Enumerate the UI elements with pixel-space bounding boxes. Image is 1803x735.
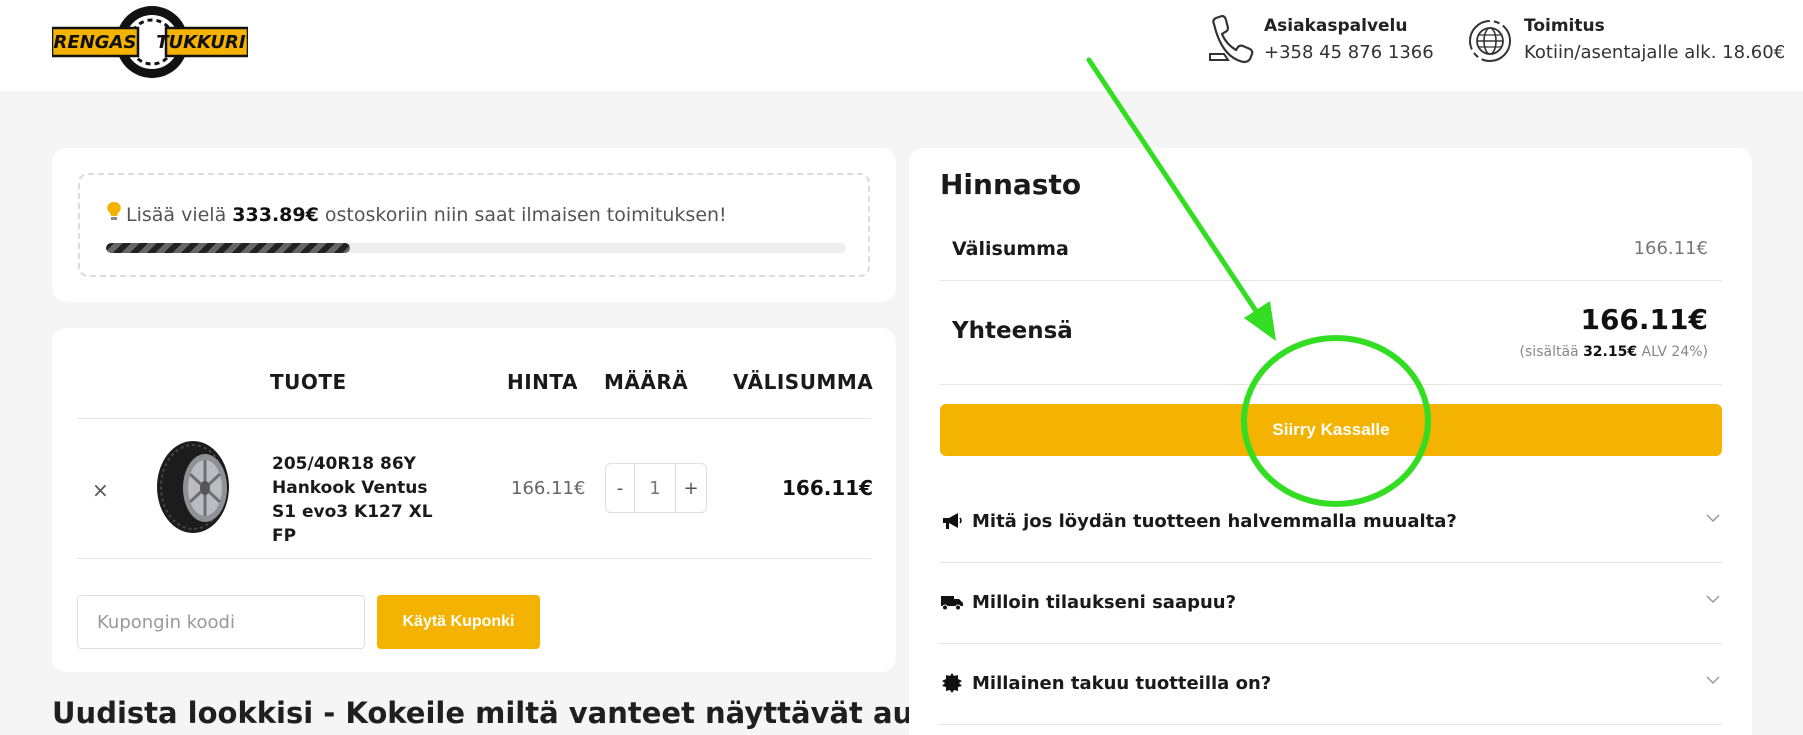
customer-service-phone[interactable]: +358 45 876 1366 — [1264, 38, 1434, 68]
checkout-button[interactable]: Siirry Kassalle — [940, 404, 1722, 456]
truck-icon — [940, 590, 964, 614]
coupon-code-input[interactable] — [77, 595, 365, 649]
free-shipping-amount: 333.89€ — [232, 204, 319, 226]
delivery-text: Kotiin/asentajalle alk. 18.60€ — [1524, 42, 1786, 63]
col-header-product: TUOTE — [270, 370, 347, 394]
phone-icon — [1206, 14, 1254, 66]
free-shipping-progress — [106, 243, 846, 253]
divider — [940, 280, 1722, 281]
product-price: 166.11€ — [511, 478, 586, 499]
vat-note: (sisältää 32.15€ ALV 24%) — [1519, 344, 1708, 360]
quantity-increase-button[interactable]: + — [675, 463, 707, 513]
free-shipping-message: Lisää vielä 333.89€ ostoskoriin niin saa… — [106, 201, 727, 226]
col-header-price: HINTA — [507, 370, 578, 394]
progress-fill — [106, 243, 351, 253]
site-logo[interactable]: RENGAS TUKKURIT — [50, 4, 260, 80]
chevron-down-icon — [1704, 590, 1722, 608]
pricing-title: Hinnasto — [940, 168, 1082, 201]
apply-coupon-button[interactable]: Käytä Kuponki — [377, 595, 540, 649]
pricing-card: Hinnasto Välisumma 166.11€ Yhteensä 166.… — [909, 148, 1752, 735]
chevron-down-icon — [1704, 509, 1722, 527]
faq-question: Millainen takuu tuotteilla on? — [972, 672, 1272, 694]
delivery-info[interactable]: Toimitus Kotiin/asentajalle alk. 18.60€ — [1466, 14, 1785, 68]
faq-question: Milloin tilaukseni saapuu? — [972, 591, 1237, 613]
divider — [940, 384, 1722, 385]
quantity-stepper: - 1 + — [605, 463, 707, 513]
free-shipping-box: Lisää vielä 333.89€ ostoskoriin niin saa… — [78, 173, 870, 277]
faq-question: Mitä jos löydän tuotteen halvemmalla muu… — [972, 510, 1457, 532]
badge-icon — [940, 671, 964, 695]
faq-item-warranty[interactable]: Millainen takuu tuotteilla on? — [940, 663, 1722, 703]
col-header-quantity: MÄÄRÄ — [604, 370, 689, 394]
divider — [940, 643, 1722, 644]
megaphone-icon — [940, 509, 964, 533]
total-label: Yhteensä — [952, 318, 1073, 344]
customer-service[interactable]: Asiakaspalvelu +358 45 876 1366 — [1206, 14, 1434, 68]
divider — [77, 558, 871, 559]
customer-service-label: Asiakaspalvelu — [1264, 16, 1408, 36]
svg-text:TUKKURIT: TUKKURIT — [156, 32, 248, 53]
product-name-link[interactable]: 205/40R18 86Y Hankook Ventus S1 evo3 K12… — [272, 452, 452, 548]
free-shipping-card: Lisää vielä 333.89€ ostoskoriin niin saa… — [52, 148, 896, 302]
subtotal-label: Välisumma — [952, 238, 1069, 260]
product-image-tire[interactable] — [153, 438, 239, 536]
lightbulb-icon — [106, 201, 122, 226]
faq-item-cheaper[interactable]: Mitä jos löydän tuotteen halvemmalla muu… — [940, 501, 1722, 541]
subtotal-value: 166.11€ — [1633, 238, 1708, 259]
quantity-decrease-button[interactable]: - — [605, 463, 635, 513]
row-subtotal: 166.11€ — [782, 476, 874, 500]
divider — [940, 562, 1722, 563]
vat-amount: 32.15€ — [1583, 344, 1638, 360]
cart-card: TUOTE HINTA MÄÄRÄ VÄLISUMMA × 205/40R18 … — [52, 328, 896, 672]
globe-icon — [1466, 14, 1514, 66]
delivery-label: Toimitus — [1524, 16, 1605, 36]
total-value: 166.11€ — [1580, 303, 1708, 336]
remove-item-button[interactable]: × — [92, 478, 109, 502]
site-header: RENGAS TUKKURIT Asiakaspalvelu +358 45 8… — [0, 0, 1803, 91]
section-title: Uudista lookkisi - Kokeile miltä vanteet… — [52, 696, 1014, 730]
divider — [940, 724, 1722, 725]
divider — [77, 418, 871, 419]
quantity-input[interactable]: 1 — [635, 463, 675, 513]
faq-item-delivery[interactable]: Milloin tilaukseni saapuu? — [940, 582, 1722, 622]
col-header-subtotal: VÄLISUMMA — [733, 370, 874, 394]
svg-text:RENGAS: RENGAS — [54, 32, 137, 53]
chevron-down-icon — [1704, 671, 1722, 689]
